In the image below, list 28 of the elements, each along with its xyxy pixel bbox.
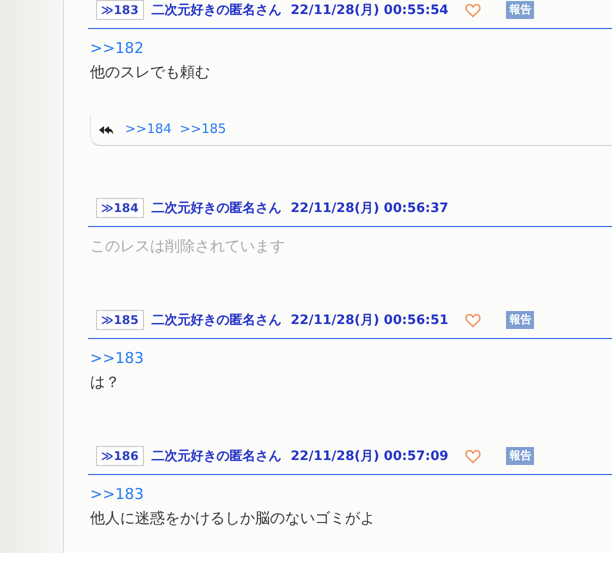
reply-anchor-link[interactable]: >>183 (90, 482, 144, 506)
post-number-link[interactable]: ≫184 (96, 198, 144, 218)
heart-icon[interactable] (465, 448, 482, 464)
report-button[interactable]: 報告 (506, 311, 534, 329)
post-text: は？ (90, 372, 120, 393)
report-button[interactable]: 報告 (506, 447, 534, 465)
poster-name: 二次元好きの匿名さん (152, 200, 282, 217)
poster-name: 二次元好きの匿名さん (152, 448, 282, 465)
reply-all-icon (98, 124, 114, 136)
post-number-link[interactable]: ≫183 (96, 0, 144, 20)
poster-name: 二次元好きの匿名さん (152, 2, 282, 19)
deleted-notice: このレスは削除されています (90, 236, 285, 257)
reply-anchor-link[interactable]: >>182 (90, 36, 144, 60)
post-date: 22/11/28(月) 00:57:09 (290, 448, 448, 465)
post-text: 他人に迷惑をかけるしか脳のないゴミがよ (90, 508, 375, 529)
post-date: 22/11/28(月) 00:55:54 (290, 2, 448, 19)
poster-name: 二次元好きの匿名さん (152, 312, 282, 329)
reply-link[interactable]: >>184 (125, 118, 172, 142)
reply-link[interactable]: >>185 (180, 118, 226, 142)
heart-icon[interactable] (465, 312, 482, 328)
report-button[interactable]: 報告 (506, 1, 534, 19)
reply-anchor-link[interactable]: >>183 (90, 346, 144, 370)
post-number-link[interactable]: ≫185 (96, 310, 144, 330)
post-date: 22/11/28(月) 00:56:37 (290, 200, 448, 217)
heart-icon[interactable] (465, 2, 482, 18)
post-date: 22/11/28(月) 00:56:51 (290, 312, 448, 329)
post-text: 他のスレでも頼む (90, 62, 210, 83)
post-number-link[interactable]: ≫186 (96, 446, 144, 466)
